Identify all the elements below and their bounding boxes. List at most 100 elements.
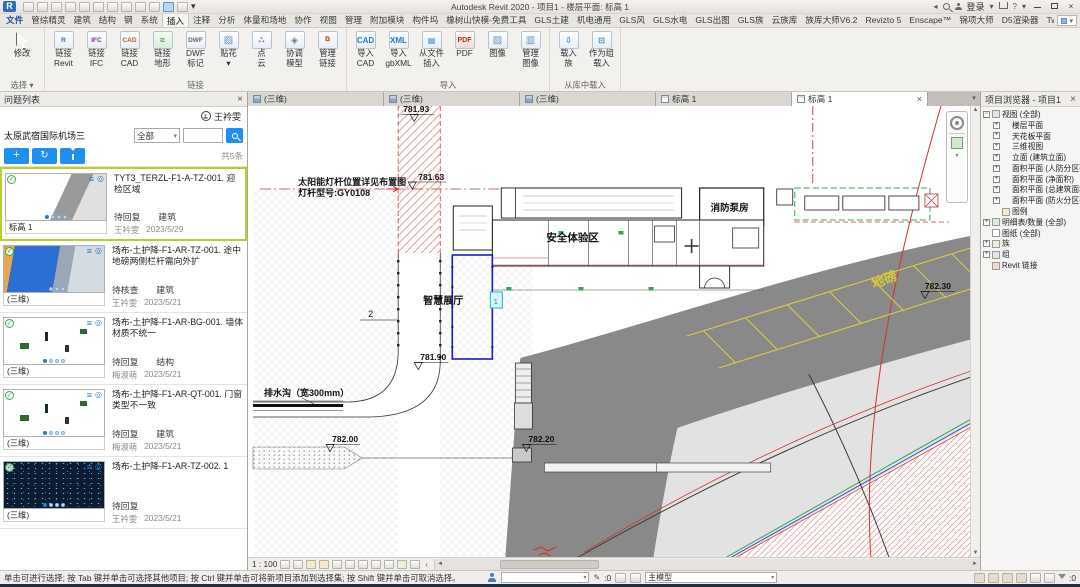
tree-expander-icon[interactable]: + (993, 132, 1000, 139)
tree-item[interactable]: + 立面 (建筑立面) (983, 152, 1080, 163)
tree-item[interactable]: − 视图 (全部) (983, 109, 1080, 120)
text-icon[interactable] (121, 2, 132, 12)
worksets-icon[interactable] (615, 573, 626, 583)
issue-thumbnail[interactable]: ✓ ≡ ◎ (3, 461, 105, 509)
open-icon[interactable] (23, 2, 34, 12)
ribbon-button[interactable]: 从文件 插入 (415, 29, 448, 68)
ribbon-tab[interactable]: 体量和场地 (239, 13, 290, 27)
tree-expander-icon[interactable]: + (993, 143, 1000, 150)
issue-locate-icon[interactable]: ◎ (95, 463, 102, 471)
issue-menu-icon[interactable]: ≡ (87, 247, 92, 255)
ribbon-tab[interactable]: 视图 (316, 13, 341, 27)
tree-expander-icon[interactable]: − (983, 111, 990, 118)
ribbon-button[interactable]: 图像 (481, 29, 514, 59)
view-scale[interactable]: 1 : 100 (252, 559, 277, 569)
crop-view-icon[interactable] (345, 560, 355, 569)
view-tab-list-icon[interactable]: ▾ (968, 92, 980, 106)
ribbon-tab[interactable]: 建筑 (70, 13, 95, 27)
navigation-bar[interactable]: ▾ (946, 111, 968, 203)
crop-region-icon[interactable] (358, 560, 368, 569)
filter-issues-button[interactable] (60, 148, 85, 164)
design-option-dropdown[interactable]: 主模型▾ (645, 572, 777, 583)
help-icon[interactable]: ? (1013, 2, 1017, 11)
issue-card[interactable]: ✓ ≡ ◎ (三维) 场布-土护降-F1-AR-TZ-001. 途中地磅两侧栏杆… (0, 241, 247, 313)
issue-locate-icon[interactable]: ◎ (95, 319, 102, 327)
tree-expander-icon[interactable] (983, 262, 990, 269)
ribbon-button[interactable]: 协调 模型 (278, 29, 311, 68)
scrollbar-thumb[interactable] (500, 560, 598, 569)
tree-item[interactable]: + 楼层平面 (983, 120, 1080, 131)
ribbon-button[interactable]: PDF (448, 29, 481, 59)
site-plan-drawing[interactable]: 781.93 781.63 781.90 782.00 782.20 (248, 106, 980, 557)
selection-filter-icon[interactable] (1058, 574, 1066, 579)
tree-expander-icon[interactable]: + (993, 176, 1000, 183)
ribbon-tab[interactable]: Revizto 5 (861, 13, 905, 27)
issue-menu-icon[interactable]: ≡ (89, 175, 94, 183)
issue-card[interactable]: ✓ ≡ ◎ 标高 1 TYT3_TERZL-F1-A-TZ-001. 迎检区域 … (0, 167, 247, 241)
issue-panel-close-icon[interactable]: × (237, 94, 243, 105)
scroll-up-icon[interactable]: ▲ (973, 107, 979, 113)
ribbon-tab[interactable]: GLS土建 (530, 13, 572, 27)
account-icon[interactable] (955, 3, 962, 10)
tree-item[interactable]: + 面积平面 (人防分区面积) (983, 163, 1080, 174)
refresh-issues-button[interactable]: ↻ (32, 148, 57, 164)
worksharing-icon[interactable] (488, 573, 497, 582)
issue-search-input[interactable] (183, 128, 223, 143)
minimize-button[interactable] (1031, 2, 1043, 12)
modify-button[interactable]: 修改 (2, 29, 42, 59)
ribbon-tab[interactable]: 族库大师V6.2 (801, 13, 861, 27)
issue-locate-icon[interactable]: ◎ (95, 391, 102, 399)
section-icon[interactable] (149, 2, 160, 12)
ribbon-button[interactable]: 载入 族 (552, 29, 585, 68)
horizontal-scrollbar[interactable]: ◄ ► (434, 559, 980, 570)
thumbnail-pager[interactable] (4, 503, 104, 507)
issue-menu-icon[interactable]: ≡ (87, 391, 92, 399)
ribbon-button[interactable]: 管理 链接 (311, 29, 344, 68)
design-options-icon[interactable] (630, 573, 641, 583)
shadows-icon[interactable] (319, 560, 329, 569)
issue-menu-icon[interactable]: ≡ (87, 319, 92, 327)
qat-dropdown-icon[interactable]: ▾ (191, 1, 196, 12)
ribbon-tab[interactable]: 机电通用 (573, 13, 615, 27)
ribbon-tab[interactable]: GLS风 (615, 13, 649, 27)
select-group-label[interactable]: 选择 ▾ (2, 79, 42, 91)
tree-expander-icon[interactable]: + (983, 251, 990, 258)
issue-card[interactable]: ✓ ≡ ◎ (三维) 场布-土护降-F1-AR-QT-001. 门窗类型不一致 … (0, 385, 247, 457)
login-link[interactable]: 登录 (967, 0, 985, 13)
modify-pill[interactable]: ▾ (1057, 15, 1077, 26)
ribbon-tab[interactable]: 文件 (2, 13, 27, 27)
exclude-options-icon[interactable] (974, 573, 985, 583)
drawing-area[interactable]: 781.93 781.63 781.90 782.00 782.20 (248, 106, 980, 557)
default-3d-view-icon[interactable] (135, 2, 146, 12)
constraints-icon[interactable] (410, 560, 420, 569)
ribbon-tab[interactable]: 插入 (162, 13, 189, 27)
tree-item[interactable]: + 明细表/数量 (全部) (983, 217, 1080, 228)
scroll-left-icon[interactable]: ◄ (435, 561, 445, 567)
tree-expander-icon[interactable]: + (983, 219, 990, 226)
edit-linked-icon[interactable] (988, 573, 999, 583)
tree-item[interactable]: 图纸 (全部) (983, 228, 1080, 239)
login-dropdown-icon[interactable]: ▾ (990, 2, 994, 11)
tree-expander-icon[interactable] (993, 208, 1000, 215)
tree-item[interactable]: + 三维视图 (983, 141, 1080, 152)
tree-expander-icon[interactable]: + (993, 122, 1000, 129)
ribbon-tab[interactable]: 钢 (120, 13, 137, 27)
reveal-hidden-icon[interactable] (384, 560, 394, 569)
issue-filter-dropdown[interactable]: 全部▾ (134, 128, 180, 143)
press-drag-icon[interactable] (1044, 573, 1055, 583)
tree-item[interactable]: + 面积平面 (净面积) (983, 174, 1080, 185)
search-back-icon[interactable]: ◂ (933, 2, 937, 11)
ribbon-button[interactable]: 作为组 载入 (585, 29, 618, 68)
workset-dropdown[interactable]: ▾ (501, 572, 589, 583)
detail-level-icon[interactable] (280, 560, 290, 569)
issue-card[interactable]: ✓ ≡ ◎ (三维) 场布-土护降-F1-AR-TZ-002. 1 待回复 (0, 457, 247, 529)
app-store-icon[interactable] (999, 2, 1008, 9)
tree-expander-icon[interactable]: + (993, 197, 1000, 204)
thumbnail-pager[interactable] (4, 287, 104, 291)
project-browser-close-icon[interactable]: × (1070, 94, 1076, 105)
issue-thumbnail[interactable]: ✓ ≡ ◎ (3, 389, 105, 437)
ribbon-button[interactable]: 点 云 (245, 29, 278, 68)
save-icon[interactable] (37, 2, 48, 12)
issue-thumbnail[interactable]: ✓ ≡ ◎ (3, 317, 105, 365)
print-icon[interactable] (79, 2, 90, 12)
